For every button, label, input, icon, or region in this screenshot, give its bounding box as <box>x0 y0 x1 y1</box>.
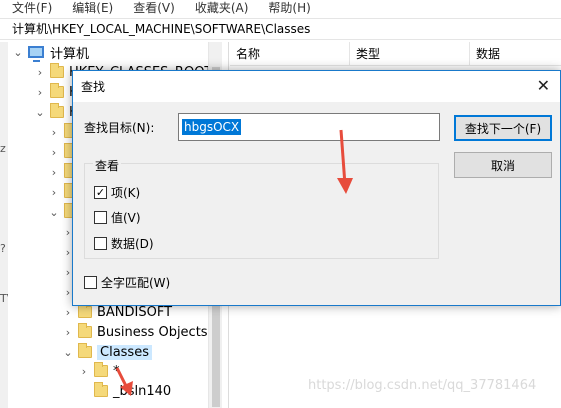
watermark-text: https://blog.csdn.net/qq_37781464 <box>308 378 537 393</box>
annotation-arrows <box>115 129 353 396</box>
arrow-to-input <box>337 129 353 194</box>
arrow-to-classes <box>115 367 133 396</box>
